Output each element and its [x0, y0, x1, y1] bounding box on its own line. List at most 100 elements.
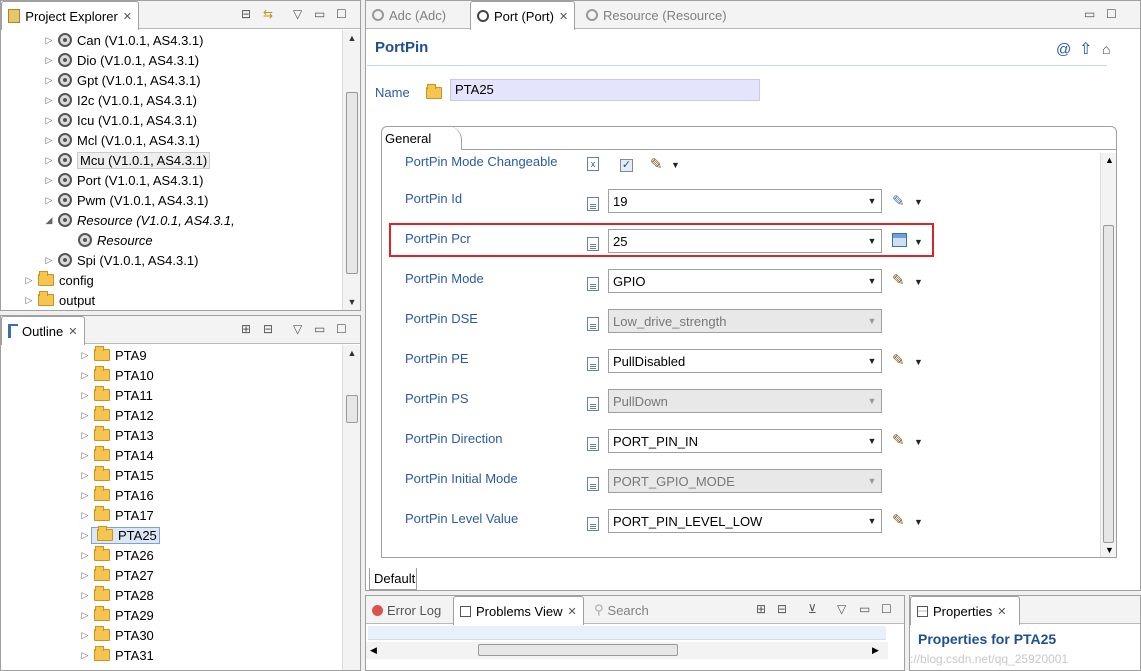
expand-arrow-icon[interactable]: ▷ [23, 275, 35, 286]
scroll-up-icon[interactable]: ▲ [343, 30, 360, 46]
expand-arrow-icon[interactable]: ▷ [79, 390, 91, 401]
expand-arrow-icon[interactable]: ▷ [79, 530, 91, 541]
expand-arrow-icon[interactable]: ▷ [79, 570, 91, 581]
scroll-up-icon[interactable]: ▲ [343, 345, 360, 361]
expand-arrow-icon[interactable]: ▷ [79, 370, 91, 381]
collapse-arrow-icon[interactable]: ◢ [43, 215, 55, 226]
expand-arrow-icon[interactable]: ▷ [43, 175, 55, 186]
maximize-icon[interactable]: ☐ [1106, 7, 1117, 21]
minimize-icon[interactable]: ▭ [314, 322, 325, 336]
tab-problems-view[interactable]: Problems View ✕ [453, 596, 584, 625]
outline-item[interactable]: ▷ PTA17 [79, 505, 154, 525]
close-icon[interactable]: ✕ [123, 10, 132, 23]
chevron-down-icon[interactable]: ▼ [863, 350, 881, 372]
name-field[interactable]: PTA25 [450, 79, 760, 101]
chevron-down-icon[interactable]: ▼ [863, 510, 881, 532]
close-icon[interactable]: ✕ [997, 605, 1006, 618]
expand-arrow-icon[interactable]: ▷ [43, 135, 55, 146]
expand-arrow-icon[interactable]: ▷ [43, 35, 55, 46]
edit-pencil-icon[interactable]: ✎ [650, 155, 663, 173]
portpin-pcr-field[interactable]: 25 ▼ [608, 229, 882, 253]
checkbox[interactable]: ✓ [620, 159, 633, 172]
outline-item[interactable]: ▷ PTA27 [79, 565, 154, 585]
tab-error-log[interactable]: Error Log [366, 596, 447, 624]
expand-arrow-icon[interactable]: ▷ [79, 550, 91, 561]
calculator-icon[interactable] [892, 233, 907, 247]
scroll-thumb[interactable] [346, 395, 358, 423]
expand-arrow-icon[interactable]: ▷ [43, 115, 55, 126]
minimize-icon[interactable]: ▭ [314, 7, 325, 21]
outline-item[interactable]: ▷ PTA29 [79, 605, 154, 625]
close-icon[interactable]: ✕ [68, 325, 77, 338]
expand-arrow-icon[interactable]: ▷ [79, 650, 91, 661]
collapse-all-icon[interactable]: ⊟ [777, 602, 787, 616]
edit-pencil-icon[interactable]: ✎ [892, 431, 905, 449]
chevron-down-icon[interactable]: ▼ [863, 430, 881, 452]
tree-item[interactable]: ▷ Gpt (V1.0.1, AS4.3.1) [43, 70, 201, 90]
vertical-scrollbar[interactable]: ▲ [342, 345, 360, 670]
tree-item[interactable]: ▷ Port (V1.0.1, AS4.3.1) [43, 170, 204, 190]
minimize-icon[interactable]: ▭ [859, 602, 870, 616]
expand-arrow-icon[interactable]: ▷ [43, 255, 55, 266]
outline-item[interactable]: ▷ PTA26 [79, 545, 154, 565]
expand-arrow-icon[interactable]: ▷ [79, 450, 91, 461]
tree-item[interactable]: ▷ config [23, 270, 94, 290]
outline-item[interactable]: ▷ PTA12 [79, 405, 154, 425]
tab-default[interactable]: Default [369, 568, 417, 590]
tree-item[interactable]: ▷ Mcu (V1.0.1, AS4.3.1) [43, 150, 211, 170]
portpin-level-value-field[interactable]: PORT_PIN_LEVEL_LOW ▼ [608, 509, 882, 533]
tree-item[interactable]: ▷ Spi (V1.0.1, AS4.3.1) [43, 250, 199, 270]
scroll-thumb[interactable] [346, 92, 358, 274]
tree-item[interactable]: ▷ Pwm (V1.0.1, AS4.3.1) [43, 190, 209, 210]
expand-arrow-icon[interactable]: ▷ [43, 95, 55, 106]
scroll-left-icon[interactable]: ◀ [370, 645, 377, 656]
expand-arrow-icon[interactable]: ▷ [79, 350, 91, 361]
tab-general[interactable]: General [382, 126, 462, 150]
filter-icon[interactable]: ⊻ [808, 602, 817, 616]
expand-arrow-icon[interactable]: ▷ [79, 410, 91, 421]
scroll-down-icon[interactable]: ▼ [343, 294, 360, 310]
view-menu-icon[interactable]: ▽ [293, 7, 302, 21]
chevron-down-icon[interactable]: ▼ [863, 230, 881, 252]
maximize-icon[interactable]: ☐ [336, 322, 347, 336]
scroll-thumb[interactable] [478, 644, 678, 656]
scroll-down-icon[interactable]: ▼ [1105, 545, 1114, 555]
outline-item-selected[interactable]: ▷ PTA25 [79, 525, 160, 545]
chevron-down-icon[interactable]: ▼ [863, 270, 881, 292]
tab-port[interactable]: Port (Port) ✕ [470, 1, 576, 30]
expand-arrow-icon[interactable]: ▷ [79, 510, 91, 521]
expand-all-icon[interactable]: ⊞ [756, 602, 766, 616]
edit-pencil-icon[interactable]: ✎ [892, 511, 905, 529]
chevron-down-icon[interactable]: ▼ [863, 190, 881, 212]
scroll-up-icon[interactable]: ▲ [1105, 155, 1114, 165]
home-icon[interactable]: ⌂ [1102, 41, 1110, 57]
tree-item[interactable]: ▷ output [23, 290, 95, 310]
view-menu-icon[interactable]: ▽ [293, 322, 302, 336]
edit-pencil-icon[interactable]: ✎ [892, 271, 905, 289]
view-menu-icon[interactable]: ▽ [837, 602, 846, 616]
scroll-right-icon[interactable]: ▶ [872, 645, 879, 656]
tab-resource[interactable]: Resource (Resource) [580, 1, 733, 29]
expand-arrow-icon[interactable]: ▷ [79, 490, 91, 501]
close-icon[interactable]: ✕ [559, 10, 568, 23]
link-editor-icon[interactable]: ⇆ [263, 7, 273, 21]
chevron-down-icon[interactable]: ▼ [914, 357, 923, 367]
outline-item[interactable]: ▷ PTA28 [79, 585, 154, 605]
tree-item[interactable]: ◢ Resource (V1.0.1, AS4.3.1, [43, 210, 235, 230]
expand-arrow-icon[interactable]: ▷ [43, 55, 55, 66]
expand-arrow-icon[interactable]: ▷ [43, 155, 55, 166]
up-arrow-icon[interactable]: ⇧ [1079, 39, 1092, 59]
chevron-down-icon[interactable]: ▼ [914, 197, 923, 207]
collapse-all-icon[interactable]: ⊟ [241, 7, 251, 21]
chevron-down-icon[interactable]: ▼ [914, 437, 923, 447]
outline-item[interactable]: ▷ PTA14 [79, 445, 154, 465]
expand-all-icon[interactable]: ⊞ [241, 322, 251, 336]
chevron-down-icon[interactable]: ▼ [914, 237, 923, 247]
outline-item[interactable]: ▷ PTA15 [79, 465, 154, 485]
tab-project-explorer[interactable]: Project Explorer ✕ [1, 1, 139, 30]
expand-arrow-icon[interactable]: ▷ [79, 610, 91, 621]
portpin-id-field[interactable]: 19 ▼ [608, 189, 882, 213]
expand-arrow-icon[interactable]: ▷ [79, 470, 91, 481]
at-icon[interactable]: @ [1056, 41, 1071, 58]
chevron-down-icon[interactable]: ▼ [914, 517, 923, 527]
